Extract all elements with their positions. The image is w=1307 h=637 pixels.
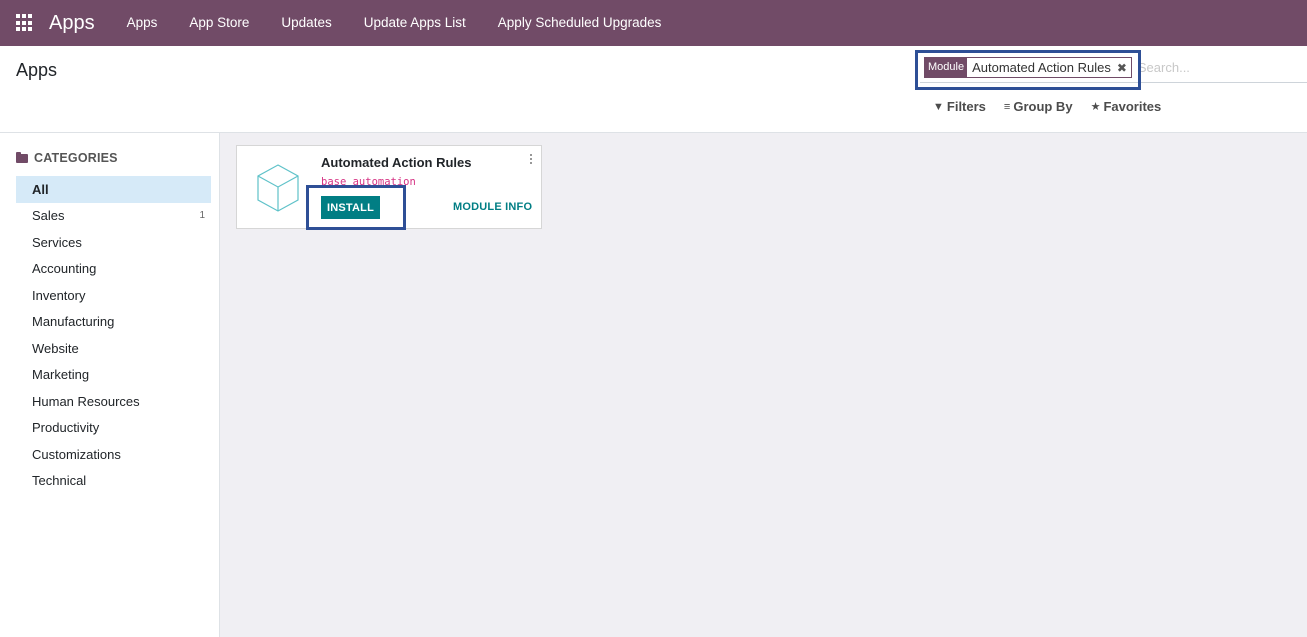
nav-item-app-store[interactable]: App Store <box>173 0 265 46</box>
categories-header-label: CATEGORIES <box>34 151 118 165</box>
favorites-label: Favorites <box>1103 99 1162 114</box>
facet-value: Automated Action Rules <box>972 60 1111 75</box>
category-label: Manufacturing <box>32 314 115 330</box>
category-label: Human Resources <box>32 393 140 409</box>
category-label: Services <box>32 234 82 250</box>
group-by-label: Group By <box>1013 99 1073 114</box>
category-label: All <box>32 181 49 197</box>
category-item-human-resources[interactable]: Human Resources <box>16 388 211 415</box>
star-icon: ★ <box>1090 101 1101 113</box>
top-navbar: Apps Apps App Store Updates Update Apps … <box>0 0 1307 46</box>
module-title: Automated Action Rules <box>321 155 472 170</box>
filters-dropdown[interactable]: ▼ Filters <box>933 99 986 114</box>
category-item-customizations[interactable]: Customizations <box>16 441 211 468</box>
card-menu-icon[interactable] <box>529 154 533 166</box>
category-item-sales[interactable]: Sales 1 <box>16 203 211 230</box>
folder-icon <box>16 151 28 163</box>
category-list: All Sales 1 Services Accounting Inventor… <box>16 176 211 494</box>
brand-title[interactable]: Apps <box>49 12 95 35</box>
category-item-inventory[interactable]: Inventory <box>16 282 211 309</box>
category-label: Inventory <box>32 287 86 303</box>
category-label: Productivity <box>32 420 100 436</box>
categories-sidebar: CATEGORIES All Sales 1 Services Accounti… <box>0 133 220 637</box>
facet-label: Module <box>925 58 968 77</box>
category-item-all[interactable]: All <box>16 176 211 203</box>
kanban-view: Automated Action Rules base_automation I… <box>220 133 1307 637</box>
categories-header: CATEGORIES <box>16 151 118 165</box>
search-facet: Module Automated Action Rules ✖ <box>924 57 1132 78</box>
bars-icon: ≡ <box>1003 100 1011 113</box>
nav-item-apply-scheduled-upgrades[interactable]: Apply Scheduled Upgrades <box>482 0 678 46</box>
search-bar[interactable]: Module Automated Action Rules ✖ <box>920 53 1307 83</box>
search-options: ▼ Filters ≡ Group By ★ Favorites <box>933 99 1161 114</box>
category-item-technical[interactable]: Technical <box>16 468 211 495</box>
control-panel: Apps Module Automated Action Rules ✖ ▼ F… <box>0 46 1307 133</box>
filter-icon: ▼ <box>933 100 944 113</box>
app-menu-grid-icon[interactable] <box>16 14 34 32</box>
nav-item-updates[interactable]: Updates <box>265 0 347 46</box>
category-label: Sales <box>32 208 65 224</box>
category-item-manufacturing[interactable]: Manufacturing <box>16 309 211 336</box>
category-label: Accounting <box>32 261 97 277</box>
module-technical-name: base_automation <box>321 176 416 188</box>
filters-label: Filters <box>946 99 986 114</box>
module-card[interactable]: Automated Action Rules base_automation I… <box>236 145 542 229</box>
category-label: Customizations <box>32 446 121 462</box>
category-item-productivity[interactable]: Productivity <box>16 415 211 442</box>
category-item-services[interactable]: Services <box>16 229 211 256</box>
category-label: Marketing <box>32 367 90 383</box>
category-item-marketing[interactable]: Marketing <box>16 362 211 389</box>
facet-remove-icon[interactable]: ✖ <box>1117 61 1131 75</box>
group-by-dropdown[interactable]: ≡ Group By <box>1004 99 1073 114</box>
search-input[interactable] <box>1137 60 1298 75</box>
favorites-dropdown[interactable]: ★ Favorites <box>1091 99 1162 114</box>
cube-icon <box>257 164 299 212</box>
category-item-website[interactable]: Website <box>16 335 211 362</box>
page-title: Apps <box>16 60 58 80</box>
category-label: Technical <box>32 473 87 489</box>
module-info-button[interactable]: MODULE INFO <box>453 201 532 213</box>
category-item-accounting[interactable]: Accounting <box>16 256 211 283</box>
install-button[interactable]: INSTALL <box>321 196 380 219</box>
category-count: 1 <box>199 210 205 222</box>
nav-item-apps[interactable]: Apps <box>111 0 174 46</box>
nav-item-update-apps-list[interactable]: Update Apps List <box>348 0 482 46</box>
category-label: Website <box>32 340 79 356</box>
